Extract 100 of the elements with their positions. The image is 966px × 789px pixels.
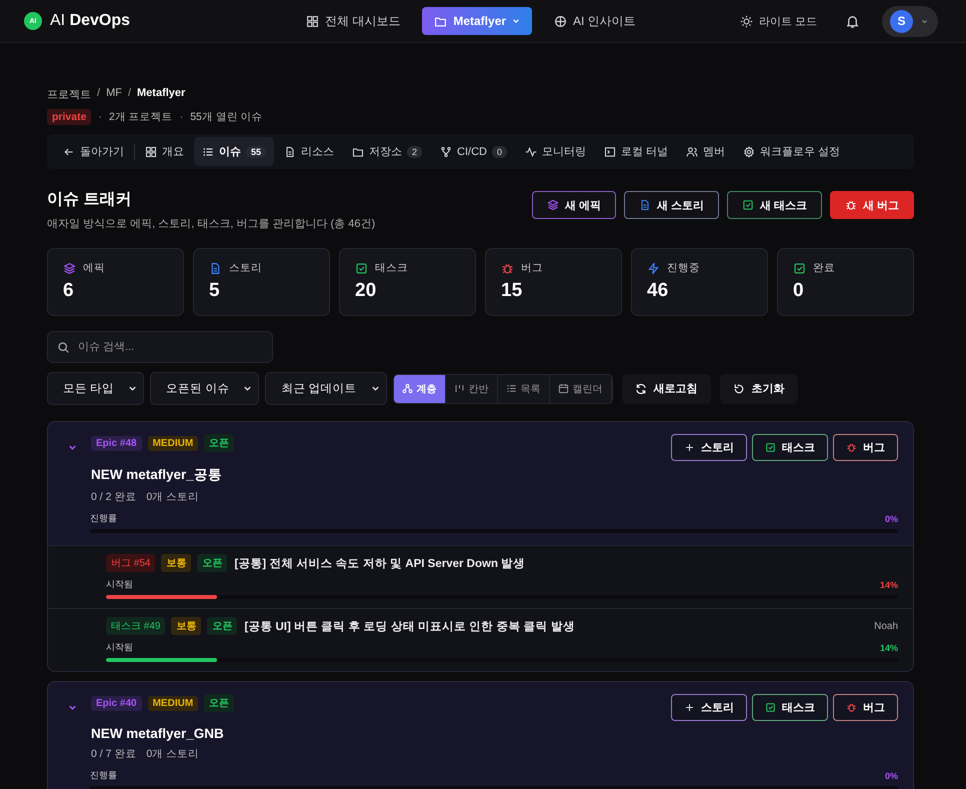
chevron-down-icon[interactable] — [68, 703, 77, 712]
add-issue-button[interactable]: 버그 — [833, 434, 898, 461]
progress-percent: 14% — [880, 642, 898, 652]
page-subtitle: 애자일 방식으로 에픽, 스토리, 태스크, 버그를 관리합니다 (총 46건) — [47, 217, 376, 231]
issue-tag: 태스크 #49 — [106, 617, 166, 635]
stat-value: 5 — [209, 280, 221, 302]
stat-value: 6 — [63, 280, 75, 302]
columns-icon — [454, 383, 465, 394]
search-icon — [57, 341, 70, 354]
create-button[interactable]: 새 에픽 — [532, 191, 616, 219]
nav-item[interactable]: AI 인사이트 — [542, 6, 648, 36]
status-tag: 오픈 — [207, 617, 238, 635]
create-button[interactable]: 새 스토리 — [624, 191, 719, 219]
view-option[interactable]: 계층 — [394, 374, 446, 402]
tab[interactable]: 돌아가기 — [55, 137, 132, 166]
issue-title: [공통] 전체 서비스 속도 저하 및 API Server Down 발생 — [234, 556, 526, 570]
view-option[interactable]: 칸반 — [446, 374, 498, 402]
chevron-down-icon — [921, 18, 928, 24]
terminal-icon — [604, 146, 616, 158]
layers-icon — [546, 199, 559, 211]
issue-row[interactable]: 태스크 #49 보통 오픈 [공통 UI] 버튼 클릭 후 로딩 상태 미표시로 인한 중복 클릭 발생 Noah 시작됨 14% — [48, 608, 913, 671]
add-issue-button[interactable]: 스토리 — [671, 434, 747, 461]
filter-dropdown[interactable]: 최근 업데이트 — [265, 372, 387, 405]
action-button[interactable]: 초기화 — [720, 374, 798, 404]
tab[interactable]: 워크플로우 설정 — [735, 137, 848, 166]
lightning-icon — [647, 262, 660, 274]
add-issue-button[interactable]: 버그 — [833, 694, 898, 721]
search-field[interactable]: 이슈 검색... — [47, 331, 273, 363]
sun-icon — [740, 14, 753, 28]
tab[interactable]: 저장소 2 — [344, 137, 430, 166]
checkbox-icon — [793, 262, 806, 274]
tab[interactable]: 로컬 터널 — [596, 137, 676, 166]
stat-label: 완료 — [813, 261, 835, 275]
grid-icon — [145, 146, 157, 158]
breadcrumb-link[interactable]: Metaflyer — [137, 87, 186, 102]
priority-tag: 보통 — [171, 617, 202, 635]
create-button[interactable]: 새 버그 — [830, 191, 914, 219]
tab[interactable]: CI/CD 0 — [432, 138, 515, 164]
progress-percent: 0% — [884, 514, 898, 524]
view-option[interactable]: 캘린더 — [550, 374, 612, 402]
view-option[interactable]: 목록 — [498, 374, 550, 402]
tab[interactable]: 멤버 — [678, 137, 734, 166]
checkbox-icon — [355, 262, 368, 274]
meta-text: 2개 프로젝트 — [108, 110, 173, 124]
page-title: 이슈 트래커 — [47, 190, 132, 210]
chevron-down-icon[interactable] — [68, 443, 77, 452]
stat-label: 진행중 — [667, 261, 700, 275]
tab[interactable]: 이슈 55 — [194, 137, 274, 166]
checkbox-icon — [765, 702, 776, 713]
user-menu[interactable]: S — [882, 6, 938, 36]
epic-summary: 0개 스토리 — [146, 747, 200, 761]
calendar-icon — [558, 383, 569, 394]
progress-label: 진행률 — [90, 769, 117, 782]
priority-tag: MEDIUM — [148, 696, 198, 710]
progress-percent: 0% — [884, 770, 898, 780]
epic-tag: Epic #40 — [91, 696, 142, 710]
users-icon — [686, 146, 698, 158]
stat-label: 스토리 — [229, 261, 262, 275]
nav-item[interactable]: Metaflyer — [422, 7, 532, 35]
epic-tag: Epic #48 — [91, 436, 142, 450]
epic-summary: 0 / 7 완료 — [91, 747, 136, 761]
nav-item[interactable]: 전체 대시보드 — [294, 6, 412, 36]
meta-separator: · — [180, 111, 184, 123]
theme-toggle[interactable]: 라이트 모드 — [734, 12, 823, 30]
stat-label: 태스크 — [375, 261, 408, 275]
breadcrumb-separator: / — [97, 87, 100, 101]
settings-icon — [743, 146, 756, 158]
undo-icon — [732, 382, 745, 394]
add-issue-button[interactable]: 스토리 — [671, 694, 747, 721]
issue-title: [공통 UI] 버튼 클릭 후 로딩 상태 미표시로 인한 중복 클릭 발생 — [244, 620, 575, 634]
issue-row[interactable]: 버그 #54 보통 오픈 [공통] 전체 서비스 속도 저하 및 API Server Down 발생 시작됨 14% — [48, 545, 913, 608]
globe-icon — [554, 14, 568, 28]
tab[interactable]: 개요 — [137, 137, 192, 166]
epic-title: NEW metaflyer_GNB — [91, 726, 225, 741]
progress-label: 시작됨 — [106, 578, 133, 591]
stat-value: 0 — [793, 280, 805, 302]
status-tag: 오픈 — [197, 554, 228, 572]
grid-icon — [306, 14, 319, 28]
count-badge: 0 — [492, 146, 507, 158]
progress-label: 시작됨 — [106, 641, 133, 654]
list-icon — [202, 146, 214, 158]
filter-dropdown[interactable]: 모든 타입 — [47, 372, 144, 405]
tab[interactable]: 리소스 — [276, 137, 342, 166]
breadcrumb-link[interactable]: MF — [106, 87, 122, 102]
visibility-badge: private — [47, 109, 92, 125]
bug-icon — [846, 442, 857, 453]
checkbox-icon — [742, 199, 754, 211]
add-issue-button[interactable]: 태스크 — [752, 694, 828, 721]
stat-value: 46 — [647, 280, 670, 302]
document-icon — [638, 199, 651, 211]
breadcrumb-link[interactable]: 프로젝트 — [47, 87, 91, 102]
epic-summary: 0개 스토리 — [146, 490, 200, 504]
folder-icon — [352, 146, 364, 158]
notification-bell-icon[interactable] — [845, 14, 860, 28]
add-issue-button[interactable]: 태스크 — [752, 434, 828, 461]
filter-dropdown[interactable]: 오픈된 이슈 — [150, 372, 260, 405]
action-button[interactable]: 새로고침 — [622, 374, 711, 404]
plus-icon — [684, 442, 695, 453]
tab[interactable]: 모니터링 — [517, 137, 594, 166]
create-button[interactable]: 새 태스크 — [726, 191, 822, 219]
